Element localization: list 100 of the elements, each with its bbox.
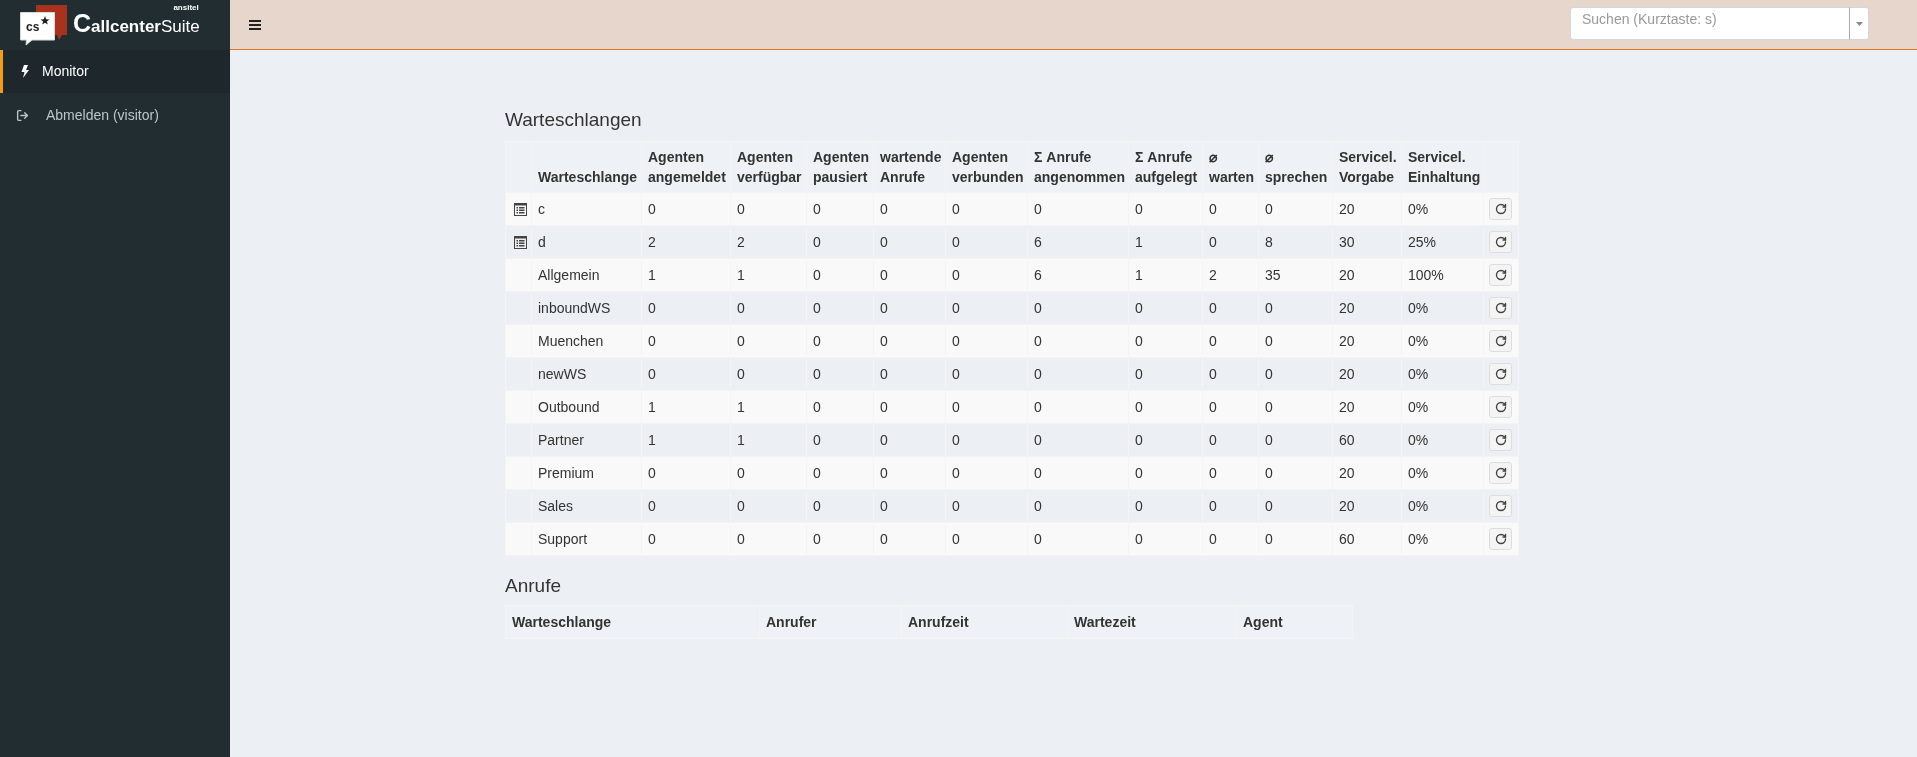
- refresh-button[interactable]: [1489, 495, 1512, 517]
- logout-icon: [16, 108, 29, 122]
- table-cell: 0%: [1401, 489, 1484, 523]
- refresh-icon: [1494, 368, 1507, 380]
- refresh-button[interactable]: [1489, 462, 1512, 484]
- refresh-button[interactable]: [1489, 396, 1512, 418]
- table-cell: 0: [1202, 357, 1259, 391]
- table-cell: Muenchen: [531, 324, 642, 358]
- table-cell: 0: [806, 456, 874, 490]
- table-cell: 0: [873, 390, 946, 424]
- table-cell: 2: [1202, 258, 1259, 292]
- logo-icon: [18, 4, 68, 46]
- refresh-icon: [1494, 203, 1507, 215]
- table-cell: 0: [945, 291, 1028, 325]
- refresh-button[interactable]: [1489, 429, 1512, 451]
- refresh-icon: [1494, 467, 1507, 479]
- table-cell: 0: [1128, 192, 1203, 226]
- table-cell: 0: [730, 489, 807, 523]
- table-cell: 0: [806, 423, 874, 457]
- refresh-button[interactable]: [1489, 264, 1512, 286]
- column-header: Warteschlange: [505, 605, 760, 639]
- table-cell: 0: [873, 357, 946, 391]
- table-cell: 0: [1202, 423, 1259, 457]
- table-cell: 0: [1128, 324, 1203, 358]
- table-cell: 0: [1128, 423, 1203, 457]
- table-cell: 0: [1202, 291, 1259, 325]
- table-cell: 0%: [1401, 522, 1484, 556]
- table-cell: 0: [1202, 192, 1259, 226]
- table-cell: 0: [1202, 489, 1259, 523]
- table-cell: 0: [806, 291, 874, 325]
- refresh-button[interactable]: [1489, 330, 1512, 352]
- table-cell: 0%: [1401, 192, 1484, 226]
- table-cell: 0: [945, 489, 1028, 523]
- table-cell: 20: [1332, 390, 1402, 424]
- table-cell: 0: [1258, 390, 1333, 424]
- column-header: Servicel. Vorgabe: [1332, 141, 1402, 193]
- table-cell: 0: [806, 489, 874, 523]
- refresh-button[interactable]: [1489, 198, 1512, 220]
- table-cell: 0: [641, 522, 731, 556]
- table-cell: 0: [1258, 324, 1333, 358]
- caret-icon: [1855, 21, 1863, 26]
- refresh-icon: [1494, 434, 1507, 446]
- sidebar-item[interactable]: Monitor: [0, 50, 230, 93]
- table-cell: 0: [945, 456, 1028, 490]
- logo-text: cs: [26, 21, 40, 33]
- table-cell: 0: [730, 456, 807, 490]
- refresh-button[interactable]: [1489, 297, 1512, 319]
- refresh-icon: [1494, 236, 1507, 248]
- table-cell: 2: [641, 225, 731, 259]
- sidebar-item[interactable]: Abmelden (visitor): [0, 93, 230, 137]
- column-header: Σ Anrufe angenommen: [1027, 141, 1129, 193]
- table-cell: 0: [1258, 192, 1333, 226]
- table-cell: 0: [1202, 522, 1259, 556]
- column-header: Anrufer: [759, 605, 902, 639]
- list-icon[interactable]: [514, 235, 527, 249]
- table-cell: 20: [1332, 456, 1402, 490]
- refresh-icon: [1494, 269, 1507, 281]
- refresh-button[interactable]: [1489, 231, 1512, 253]
- table-cell: 0%: [1401, 324, 1484, 358]
- table-cell: 0: [945, 324, 1028, 358]
- section-title: Anrufe: [505, 574, 562, 598]
- table-cell: 0: [730, 357, 807, 391]
- table-cell: 0: [641, 456, 731, 490]
- table-cell: 0: [806, 324, 874, 358]
- refresh-button[interactable]: [1489, 528, 1512, 550]
- table-cell: 6: [1027, 258, 1129, 292]
- section-title: Warteschlangen: [505, 108, 643, 132]
- search-field[interactable]: Suchen (Kurztaste: s): [1570, 7, 1849, 40]
- table-cell: 0: [1128, 522, 1203, 556]
- table-cell: 0: [1128, 489, 1203, 523]
- table-cell: 20: [1332, 192, 1402, 226]
- table-cell: 0: [1202, 390, 1259, 424]
- table-cell: 1: [730, 258, 807, 292]
- table-cell: 0: [1202, 225, 1259, 259]
- brand-name: CallcenterSuite: [73, 12, 200, 38]
- table-cell: 0: [806, 357, 874, 391]
- table-cell: 100%: [1401, 258, 1484, 292]
- column-header: ⌀ sprechen: [1258, 141, 1333, 193]
- table-cell: 0: [730, 324, 807, 358]
- table-cell: Premium: [531, 456, 642, 490]
- refresh-icon: [1494, 302, 1507, 314]
- column-header: Agenten verbunden: [945, 141, 1028, 193]
- table-cell: 0: [945, 225, 1028, 259]
- list-icon[interactable]: [514, 202, 527, 216]
- table-cell: 0: [1258, 456, 1333, 490]
- refresh-button[interactable]: [1489, 363, 1512, 385]
- column-header: Agenten pausiert: [806, 141, 874, 193]
- table-cell: 1: [1128, 225, 1203, 259]
- table-cell: 0: [730, 291, 807, 325]
- table-cell: 0: [1258, 291, 1333, 325]
- table-cell: 0%: [1401, 456, 1484, 490]
- table-cell: 0: [806, 192, 874, 226]
- table-cell: 2: [730, 225, 807, 259]
- column-header: Servicel. Einhaltung: [1401, 141, 1484, 193]
- table-cell: 0: [1128, 390, 1203, 424]
- table-cell: 0: [873, 324, 946, 358]
- table-cell: 0%: [1401, 390, 1484, 424]
- table-cell: Sales: [531, 489, 642, 523]
- table-cell: 0: [1027, 489, 1129, 523]
- table-cell: 20: [1332, 291, 1402, 325]
